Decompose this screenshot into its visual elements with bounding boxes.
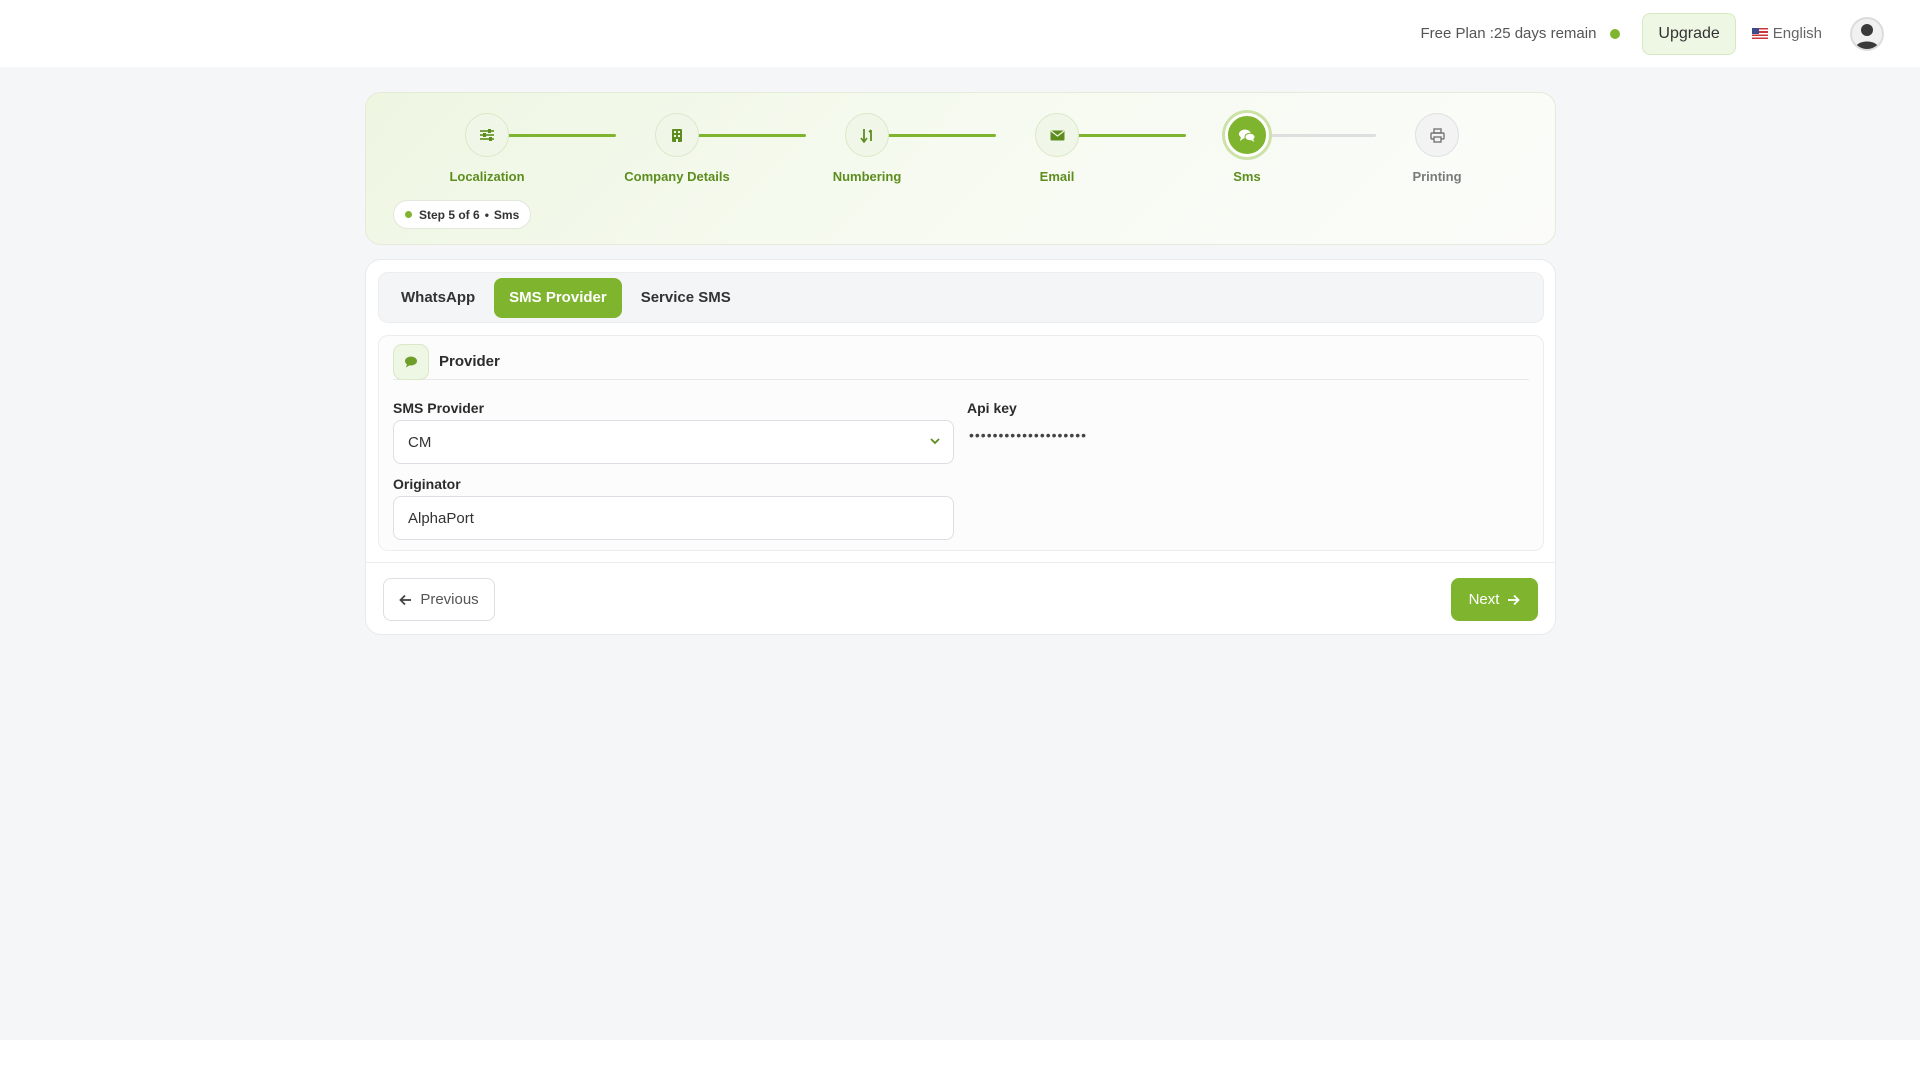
us-flag-icon	[1751, 28, 1768, 39]
sms-provider-select[interactable]: CM	[393, 420, 954, 464]
setup-stepper: Localization Company Details Numbering E…	[365, 92, 1556, 245]
arrow-right-icon	[1508, 594, 1521, 605]
user-icon	[1855, 23, 1879, 49]
step-label: Printing	[1412, 169, 1462, 184]
tab-whatsapp[interactable]: WhatsApp	[386, 278, 490, 318]
step-numbering[interactable]: Numbering	[787, 113, 947, 184]
provider-section: Provider SMS Provider CM Api key •••••••…	[378, 335, 1544, 551]
provider-section-header: Provider	[393, 344, 1529, 380]
section-title: Provider	[439, 353, 500, 370]
previous-button[interactable]: Previous	[383, 578, 495, 621]
sms-provider-value: CM	[408, 433, 432, 451]
previous-label: Previous	[420, 591, 479, 608]
current-step-name: Sms	[493, 207, 520, 222]
plan-status-text: Free Plan :25 days remain	[1420, 25, 1597, 42]
arrow-left-icon	[399, 594, 412, 605]
tabs-bar: WhatsApp SMS Provider Service SMS	[378, 272, 1544, 323]
plan-status-dot	[1610, 28, 1621, 39]
sms-provider-label: SMS Provider	[393, 400, 485, 416]
step-printing[interactable]: Printing	[1357, 113, 1517, 184]
tab-service-sms[interactable]: Service SMS	[626, 278, 746, 318]
next-button[interactable]: Next	[1451, 578, 1538, 621]
chevron-down-icon	[930, 438, 940, 445]
current-step-count: Step 5 of 6	[419, 207, 480, 222]
top-bar: Free Plan :25 days remain Upgrade Englis…	[0, 0, 1920, 67]
sms-settings-card: WhatsApp SMS Provider Service SMS Provid…	[365, 259, 1556, 635]
step-email[interactable]: Email	[977, 113, 1137, 184]
step-sms[interactable]: Sms	[1167, 113, 1327, 184]
step-label: Localization	[449, 169, 525, 184]
originator-label: Originator	[393, 476, 461, 492]
step-label: Email	[1039, 169, 1075, 184]
printer-icon	[1429, 127, 1445, 143]
language-selector[interactable]: English	[1751, 25, 1822, 42]
sort-numbers-icon	[860, 128, 872, 143]
step-label: Company Details	[624, 169, 730, 184]
api-key-label: Api key	[967, 400, 1017, 416]
current-step-badge: Step 5 of 6 • Sms	[393, 200, 532, 229]
tab-sms-provider[interactable]: SMS Provider	[494, 277, 622, 318]
chat-bubbles-icon	[1239, 129, 1256, 142]
step-label: Sms	[1233, 169, 1261, 184]
language-label: English	[1772, 25, 1822, 42]
step-label: Numbering	[832, 169, 902, 184]
current-step-dot	[405, 211, 412, 218]
step-company-details[interactable]: Company Details	[597, 113, 757, 184]
step-localization[interactable]: Localization	[407, 113, 567, 184]
originator-input[interactable]: AlphaPort	[393, 496, 954, 540]
current-step-separator: •	[484, 207, 489, 222]
building-icon	[672, 128, 682, 142]
api-key-input[interactable]: ••••••••••••••••••••	[969, 427, 1087, 443]
footer-divider	[366, 562, 1555, 563]
sliders-icon	[480, 129, 494, 141]
envelope-icon	[1050, 130, 1064, 140]
next-label: Next	[1468, 591, 1500, 608]
user-avatar[interactable]	[1850, 16, 1884, 51]
originator-value: AlphaPort	[408, 509, 474, 527]
upgrade-button[interactable]: Upgrade	[1642, 12, 1736, 55]
chat-bubble-icon	[405, 356, 417, 368]
